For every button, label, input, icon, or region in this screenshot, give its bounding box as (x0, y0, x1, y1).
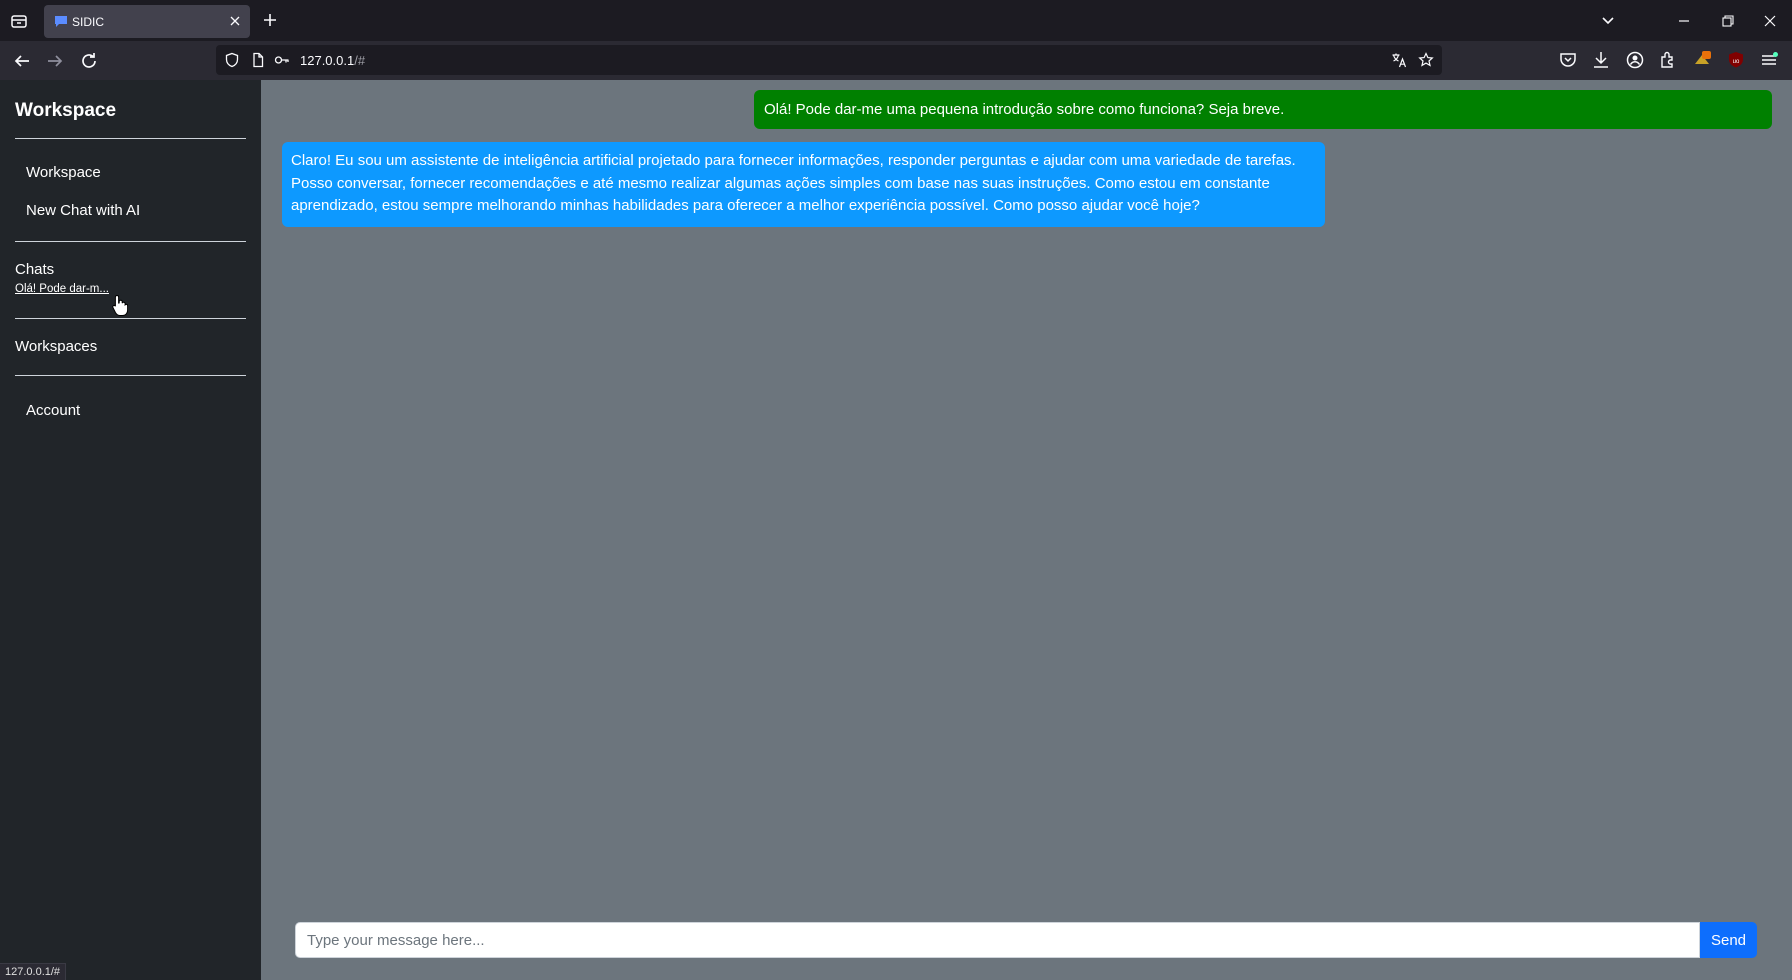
url-host: 127.0.0.1 (300, 53, 355, 68)
ai-message: Claro! Eu sou um assistente de inteligên… (282, 142, 1325, 227)
divider (15, 241, 246, 242)
divider (15, 318, 246, 319)
chat-bubble-icon (55, 16, 67, 27)
account-icon[interactable] (1624, 49, 1646, 71)
url-path: /# (354, 53, 366, 68)
divider (15, 138, 246, 139)
sidebar: Workspace Workspace New Chat with AI Cha… (0, 80, 261, 980)
sidebar-link-new-chat[interactable]: New Chat with AI (26, 202, 140, 219)
sidebar-link-workspace[interactable]: Workspace (26, 164, 101, 181)
pocket-icon[interactable] (1557, 49, 1579, 71)
web-page: Workspace Workspace New Chat with AI Cha… (0, 80, 1792, 980)
notification-extension-icon[interactable] (1691, 49, 1713, 71)
reload-icon[interactable] (77, 49, 101, 73)
hand-pointer-icon (112, 294, 128, 316)
page-icon[interactable] (250, 52, 266, 68)
new-tab-icon[interactable] (260, 10, 280, 30)
tab-overview-icon[interactable] (8, 10, 30, 32)
sidebar-link-workspaces[interactable]: Workspaces (15, 338, 97, 355)
sidebar-link-account[interactable]: Account (26, 402, 80, 419)
translate-icon[interactable] (1391, 52, 1407, 68)
tab-title: SIDIC (72, 15, 105, 29)
ai-message-line: Posso conversar, fornecer recomendações … (291, 174, 1270, 192)
minimize-window-icon[interactable] (1673, 10, 1695, 32)
message-input[interactable] (295, 922, 1700, 958)
chat-history-item[interactable]: Olá! Pode dar-m... (15, 283, 109, 295)
restore-window-icon[interactable] (1717, 10, 1739, 32)
address-bar[interactable]: 127.0.0.1/# (216, 45, 1442, 75)
url-text[interactable]: 127.0.0.1/# (300, 53, 365, 68)
divider (15, 375, 246, 376)
browser-tab[interactable]: SIDIC (44, 5, 250, 38)
sidebar-title: Workspace (15, 100, 117, 121)
list-all-tabs-icon[interactable] (1597, 10, 1619, 32)
svg-text:uo: uo (1733, 59, 1740, 65)
shield-icon[interactable] (224, 52, 240, 68)
key-icon[interactable] (274, 52, 290, 68)
menu-icon[interactable] (1758, 49, 1780, 71)
chat-area: Olá! Pode dar-me uma pequena introdução … (261, 80, 1792, 980)
browser-tab-bar: SIDIC (0, 0, 1792, 41)
extensions-icon[interactable] (1657, 49, 1679, 71)
back-arrow-icon[interactable] (10, 49, 34, 73)
bookmark-star-icon[interactable] (1418, 52, 1434, 68)
status-bar-url: 127.0.0.1/# (0, 963, 67, 980)
close-window-icon[interactable] (1759, 10, 1781, 32)
ai-message-line: Claro! Eu sou um assistente de inteligên… (291, 152, 1296, 169)
ublock-origin-icon[interactable]: uo (1725, 49, 1747, 71)
chats-heading: Chats (15, 261, 55, 278)
message-composer: Send (295, 922, 1765, 958)
send-button[interactable]: Send (1700, 922, 1757, 958)
download-icon[interactable] (1590, 49, 1612, 71)
ai-message-line: aprendizado, estou sempre melhorando min… (291, 197, 1200, 214)
close-tab-icon[interactable] (227, 13, 243, 29)
browser-nav-bar: 127.0.0.1/# uo (0, 41, 1792, 80)
user-message: Olá! Pode dar-me uma pequena introdução … (754, 90, 1772, 129)
forward-arrow-icon[interactable] (43, 49, 67, 73)
